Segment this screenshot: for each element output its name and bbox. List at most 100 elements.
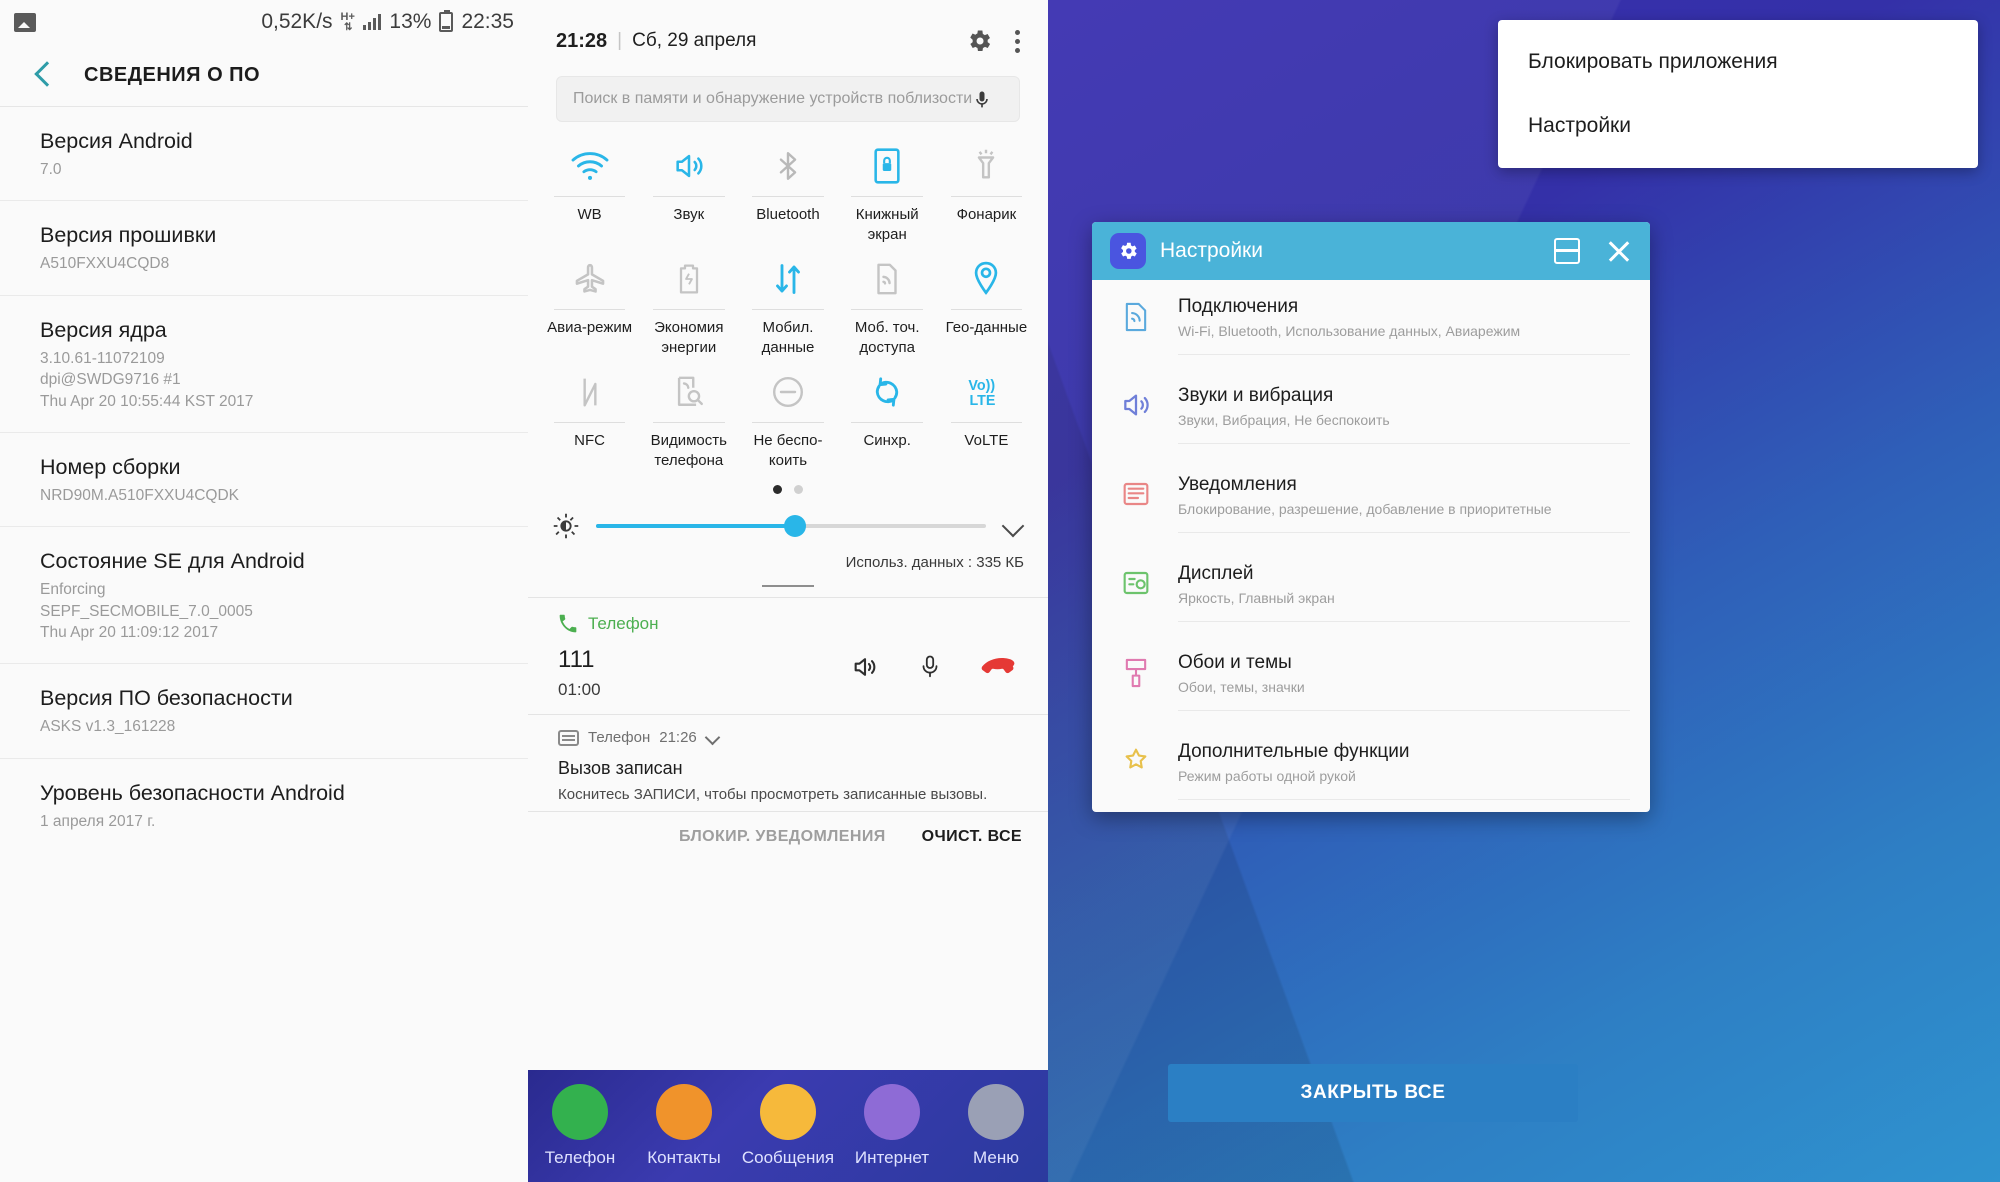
notification-header: Телефон 21:26 [558,729,1024,746]
quick-toggle-mobile-data[interactable]: Мобил. данные [738,251,837,364]
tile-label: Не беспо-коить [753,432,823,469]
notification-body: Коснитесь ЗАПИСИ, чтобы просмотреть запи… [558,786,988,803]
contacts-app-icon [656,1084,712,1140]
list-item[interactable]: Уровень безопасности Android 1 апреля 20… [0,759,528,852]
gear-icon[interactable] [965,27,993,55]
item-value: ASKS v1.3_161228 [40,718,176,736]
close-all-button[interactable]: ЗАКРЫТЬ ВСЕ [1168,1064,1578,1122]
signal-bars-icon [362,14,382,30]
quick-toggle-dnd[interactable]: Не беспо-коить [738,364,837,477]
dock-item-messages[interactable]: Сообщения [736,1084,840,1168]
dock-label: Интернет [854,1148,930,1167]
tile-divider [653,309,725,310]
quick-toggle-screen-rotation[interactable]: Книжный экран [838,138,937,251]
tile-label: Фонарик [956,206,1017,223]
software-info-list: Версия Android 7.0 Версия прошивки A510F… [0,107,528,852]
pager-dot[interactable] [794,485,803,494]
window-actions [1554,238,1632,264]
clear-all-button[interactable]: ОЧИСТ. ВСЕ [922,828,1022,846]
notification-card[interactable]: Телефон 21:26 Вызов записан Коснитесь ЗА… [528,715,1048,811]
settings-item-advanced[interactable]: Дополнительные функции Режим работы одно… [1092,725,1650,812]
quick-panel-pager[interactable] [528,485,1048,494]
item-subtitle: Звуки, Вибрация, Не беспокоить [1178,412,1390,428]
quick-toggle-nfc[interactable]: NFC [540,364,639,477]
power-saving-icon [673,251,705,307]
item-subtitle: Обои, темы, значки [1178,679,1305,695]
status-bar-left [14,12,36,32]
quick-toggle-flashlight[interactable]: Фонарик [937,138,1036,251]
slider-knob[interactable] [783,515,806,537]
back-chevron-icon[interactable] [30,62,56,88]
item-title: Уведомления [1178,474,1297,495]
search-input[interactable]: Поиск в памяти и обнаружение устройств п… [556,76,1020,122]
settings-item-text: Звуки и вибрация Звуки, Вибрация, Не бес… [1178,385,1630,444]
item-title: Обои и темы [1178,652,1292,673]
item-label: Версия прошивки [40,223,217,248]
speaker-icon[interactable] [850,653,880,681]
quick-toggle-sync[interactable]: Синхр. [838,364,937,477]
split-screen-icon[interactable] [1554,238,1580,264]
do-not-disturb-icon [770,364,806,420]
list-item[interactable]: Состояние SE для Android Enforcing SEPF_… [0,527,528,665]
microphone-icon[interactable] [972,86,992,112]
quick-toggle-bluetooth[interactable]: Bluetooth [738,138,837,251]
menu-item-block-apps[interactable]: Блокировать приложения [1498,30,1978,94]
mic-mute-icon[interactable] [918,652,942,682]
screenshot-root: 0,52K/s H+ ⇅ 13% 22:35 СВЕДЕНИЯ О ПО Верс… [0,0,2000,1182]
tile-divider [653,422,725,423]
list-item[interactable]: Версия ПО безопасности ASKS v1.3_161228 [0,664,528,759]
dock-label: Меню [973,1148,1019,1167]
dock-item-menu[interactable]: Меню [944,1084,1048,1168]
close-icon[interactable] [1606,238,1632,264]
settings-list: Подключения Wi-Fi, Bluetooth, Использова… [1092,280,1650,812]
list-item[interactable]: Версия прошивки A510FXXU4CQD8 [0,201,528,296]
quick-toggle-power-saving[interactable]: Экономия энергии [639,251,738,364]
gear-icon [1110,233,1146,269]
end-call-icon[interactable] [980,655,1024,679]
dock-item-phone[interactable]: Телефон [528,1084,632,1168]
quick-toggle-airplane[interactable]: Авиа-режим [540,251,639,364]
tile-divider [752,422,824,423]
apps-menu-icon [968,1084,1024,1140]
quick-toggle-location[interactable]: Гео-данные [937,251,1036,364]
quick-toggle-wifi[interactable]: WB [540,138,639,251]
quick-toggle-grid: WB Звук Bluetooth Книжный экран Фонарик … [528,122,1048,477]
settings-item-display[interactable]: Дисплей Яркость, Главный экран [1092,547,1650,636]
list-item[interactable]: Номер сборки NRD90M.A510FXXU4CQDK [0,433,528,528]
settings-item-wallpaper[interactable]: Обои и темы Обои, темы, значки [1092,636,1650,725]
sound-icon [1114,385,1158,421]
internet-app-icon [864,1084,920,1140]
settings-item-connections[interactable]: Подключения Wi-Fi, Bluetooth, Использова… [1092,280,1650,369]
item-title: Дополнительные функции [1178,741,1410,762]
dock-item-internet[interactable]: Интернет [840,1084,944,1168]
network-type-icon: H+ ⇅ [340,10,355,33]
quick-toggle-hotspot[interactable]: Моб. точ. доступа [838,251,937,364]
status-bar-clock: 22:35 [461,10,514,33]
settings-item-notifications[interactable]: Уведомления Блокирование, разрешение, до… [1092,458,1650,547]
menu-item-settings[interactable]: Настройки [1498,94,1978,158]
kebab-menu-icon[interactable] [1015,29,1020,53]
dock-item-contacts[interactable]: Контакты [632,1084,736,1168]
tile-divider [553,309,626,310]
tile-divider [553,422,626,423]
dock-label: Контакты [647,1148,721,1167]
settings-item-text: Подключения Wi-Fi, Bluetooth, Использова… [1178,296,1630,355]
tile-divider [653,196,725,197]
quick-toggle-volte[interactable]: Vo)) LTE VoLTE [937,364,1036,477]
brightness-slider[interactable] [596,515,986,537]
list-item[interactable]: Версия Android 7.0 [0,107,528,202]
item-subtitle: Wi-Fi, Bluetooth, Использование данных, … [1178,323,1521,339]
panel-drag-handle[interactable] [528,579,1048,597]
list-item[interactable]: Версия ядра 3.10.61-11072109 dpi@SWDG971… [0,296,528,433]
chevron-down-icon[interactable] [1002,515,1024,537]
quick-toggle-phone-visibility[interactable]: Видимость телефона [639,364,738,477]
item-value: 1 апреля 2017 г. [40,812,156,830]
tile-label: Видимость телефона [650,432,727,469]
window-title: Настройки [1160,239,1263,262]
settings-item-sounds[interactable]: Звуки и вибрация Звуки, Вибрация, Не бес… [1092,369,1650,458]
quick-toggle-sound[interactable]: Звук [639,138,738,251]
block-notifications-button[interactable]: БЛОКИР. УВЕДОМЛЕНИЯ [679,828,886,846]
ongoing-call-card[interactable]: Телефон 111 01:00 [528,598,1048,714]
pager-dot-active[interactable] [773,485,782,494]
chevron-down-icon[interactable] [706,731,720,745]
